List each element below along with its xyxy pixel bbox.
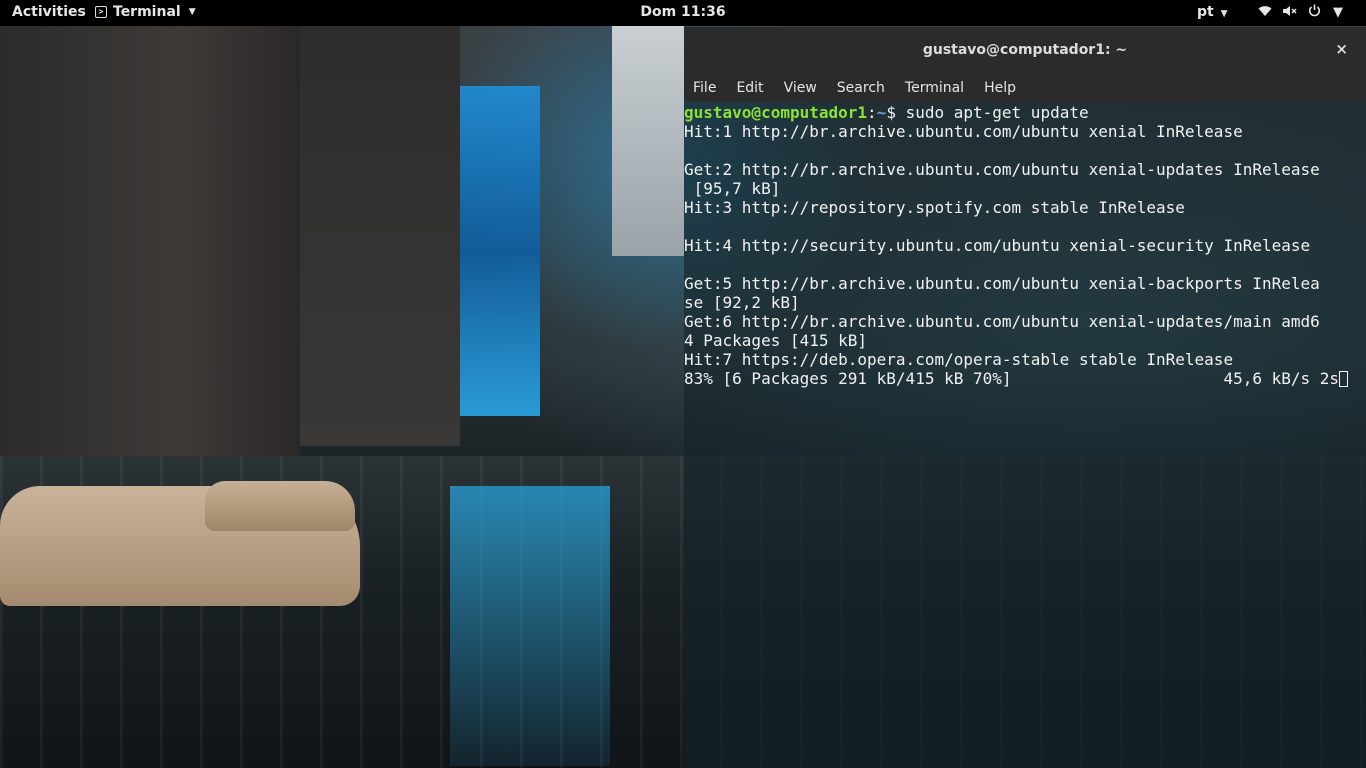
- top-bar: Activities > Terminal ▼ Dom 11:36 pt ▼ ▼: [0, 0, 1366, 26]
- caret-down-icon: ▼: [1333, 5, 1343, 20]
- wifi-icon: [1258, 5, 1272, 21]
- progress-text: 83% [6 Packages 291 kB/415 kB 70%] 45,6 …: [684, 369, 1340, 388]
- output-line: 4 Packages [415 kB]: [684, 331, 868, 350]
- menu-view[interactable]: View: [784, 80, 817, 96]
- caret-down-icon: ▼: [188, 7, 196, 17]
- menu-file[interactable]: File: [693, 80, 716, 96]
- app-menu-button[interactable]: > Terminal ▼: [95, 4, 196, 20]
- system-status-menu[interactable]: ▼: [1258, 4, 1343, 21]
- wallpaper-sky: [612, 26, 684, 256]
- output-line: Hit:3 http://repository.spotify.com stab…: [684, 198, 1185, 217]
- activities-button[interactable]: Activities: [12, 4, 86, 20]
- terminal-icon: >: [95, 6, 107, 18]
- prompt-symbol: $: [886, 103, 906, 122]
- prompt-path: ~: [876, 103, 887, 122]
- menu-search[interactable]: Search: [837, 80, 885, 96]
- output-line: Get:5 http://br.archive.ubuntu.com/ubunt…: [684, 274, 1320, 293]
- wallpaper-billboards: [460, 86, 540, 416]
- terminal-output[interactable]: gustavo@computador1:~$ sudo apt-get upda…: [684, 103, 1366, 388]
- output-line: [95,7 kB]: [684, 179, 781, 198]
- wallpaper-reflection: [450, 486, 610, 766]
- volume-muted-icon: [1282, 5, 1298, 21]
- menu-edit[interactable]: Edit: [736, 80, 763, 96]
- prompt-separator: :: [867, 103, 877, 122]
- window-title: gustavo@computador1: ~: [922, 42, 1128, 58]
- terminal-cursor: [1339, 371, 1349, 387]
- progress-line: 83% [6 Packages 291 kB/415 kB 70%] 45,6 …: [684, 369, 1366, 388]
- output-line: Get:2 http://br.archive.ubuntu.com/ubunt…: [684, 160, 1320, 179]
- command-text: sudo apt-get update: [905, 103, 1089, 122]
- clock-container: Dom 11:36: [0, 4, 1366, 20]
- keyboard-layout-label: pt: [1197, 4, 1214, 20]
- prompt-user: gustavo@computador1: [684, 103, 868, 122]
- prompt-line: gustavo@computador1:~$ sudo apt-get upda…: [684, 103, 1366, 122]
- wallpaper-building: [300, 26, 460, 446]
- menu-bar: File Edit View Search Terminal Help: [684, 74, 1366, 102]
- output-line: Hit:1 http://br.archive.ubuntu.com/ubunt…: [684, 122, 1243, 141]
- window-titlebar[interactable]: gustavo@computador1: ~ ×: [684, 27, 1366, 75]
- keyboard-layout-button[interactable]: pt ▼: [1197, 4, 1228, 20]
- output-line: Hit:4 http://security.ubuntu.com/ubuntu …: [684, 236, 1311, 255]
- menu-help[interactable]: Help: [984, 80, 1016, 96]
- app-menu-label: Terminal: [113, 4, 181, 20]
- close-button[interactable]: ×: [1335, 40, 1348, 58]
- wallpaper-building: [0, 26, 300, 456]
- clock-button[interactable]: Dom 11:36: [640, 4, 725, 20]
- output-line: Hit:7 https://deb.opera.com/opera-stable…: [684, 350, 1234, 369]
- terminal-window: gustavo@computador1: ~ × File Edit View …: [684, 27, 1366, 768]
- output-line: Get:6 http://br.archive.ubuntu.com/ubunt…: [684, 312, 1320, 331]
- power-icon: [1308, 4, 1321, 21]
- caret-down-icon: ▼: [1220, 9, 1228, 19]
- output-line: se [92,2 kB]: [684, 293, 800, 312]
- menu-terminal[interactable]: Terminal: [905, 80, 964, 96]
- wallpaper-taxi: [205, 481, 355, 531]
